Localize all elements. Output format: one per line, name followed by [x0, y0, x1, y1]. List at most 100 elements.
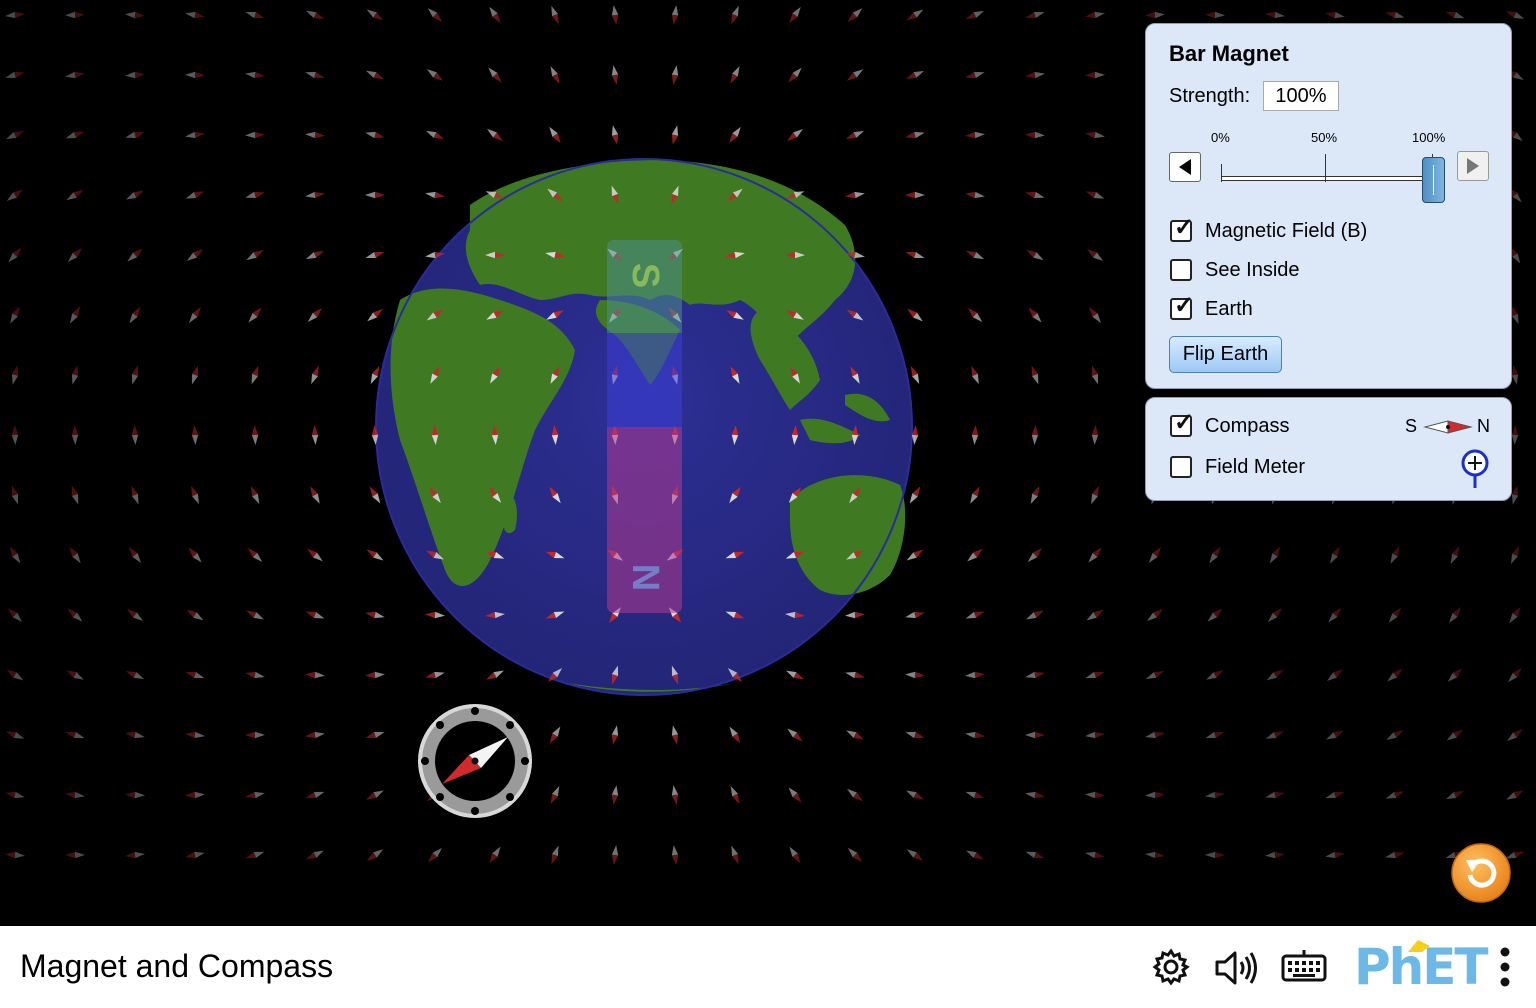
field-needle	[185, 791, 205, 799]
bar-magnet[interactable]: S N	[607, 240, 682, 613]
field-needle	[6, 669, 24, 681]
field-needle	[1511, 485, 1519, 505]
increment-strength-button[interactable]	[1457, 151, 1489, 181]
slider-tick-50	[1325, 154, 1326, 182]
field-needle	[185, 71, 205, 79]
field-needle	[251, 365, 259, 385]
field-needle	[1385, 11, 1405, 19]
magnetic-field-checkbox[interactable]: ✓	[1170, 216, 1194, 242]
field-needle	[611, 665, 619, 685]
field-needle	[1325, 11, 1345, 19]
field-needle	[485, 191, 505, 199]
field-needle	[1330, 546, 1340, 564]
field-needle	[1088, 547, 1102, 563]
field-needle	[550, 366, 560, 384]
field-needle	[906, 9, 924, 21]
field-needle	[1505, 11, 1525, 19]
field-needle	[426, 309, 444, 321]
field-needle	[1085, 191, 1105, 199]
field-needle	[905, 251, 925, 259]
field-needle	[131, 485, 139, 505]
see-inside-checkbox[interactable]	[1170, 259, 1192, 281]
phet-logo[interactable]: PhET	[1354, 938, 1489, 996]
field-needle	[125, 670, 145, 680]
panel-title: Bar Magnet	[1169, 41, 1289, 66]
field-needle	[845, 671, 865, 679]
field-needle	[611, 785, 619, 805]
field-needle	[431, 425, 439, 445]
field-needle	[186, 249, 204, 261]
field-needle	[125, 71, 145, 79]
field-needle	[905, 731, 925, 739]
settings-icon[interactable]	[1152, 948, 1190, 986]
field-needle	[425, 130, 445, 140]
field-needle	[1205, 731, 1225, 739]
field-needle	[1085, 71, 1105, 79]
field-needle	[847, 8, 863, 22]
field-needle	[1091, 485, 1099, 505]
field-needle	[785, 191, 805, 199]
field-needle	[965, 250, 985, 260]
field-needle	[1085, 851, 1105, 859]
field-needle	[11, 365, 19, 385]
field-needle	[847, 788, 863, 802]
field-needle	[1148, 547, 1162, 563]
field-needle	[127, 608, 143, 622]
field-needle	[671, 65, 679, 85]
strength-slider[interactable]	[1221, 154, 1445, 203]
field-needle	[1511, 425, 1519, 445]
field-needle	[547, 188, 563, 202]
field-needle	[730, 785, 740, 805]
field-needle	[1091, 425, 1099, 445]
reset-all-button[interactable]	[1450, 842, 1512, 904]
field-needle	[1205, 11, 1225, 19]
decrement-strength-button[interactable]	[1169, 152, 1201, 182]
earth-label: Earth	[1205, 298, 1253, 320]
slider-tick-0	[1221, 164, 1222, 182]
field-needle	[1325, 791, 1345, 799]
sound-icon[interactable]	[1213, 948, 1259, 988]
menu-icon[interactable]	[1497, 946, 1513, 988]
compass-checkbox[interactable]: ✓	[1170, 411, 1194, 437]
compass[interactable]	[414, 700, 536, 822]
field-needle	[490, 366, 500, 384]
field-needle	[791, 425, 799, 445]
field-needle	[1446, 729, 1464, 741]
field-needle	[246, 610, 264, 620]
field-needle	[1386, 729, 1404, 741]
field-needle	[1026, 610, 1044, 620]
field-needle	[910, 365, 920, 385]
field-needle	[545, 611, 565, 619]
field-meter-checkbox[interactable]	[1170, 456, 1192, 478]
field-needle	[487, 128, 503, 142]
field-meter-icon[interactable]	[1459, 448, 1491, 490]
field-needle	[1207, 608, 1223, 622]
compass-needle-icon	[1423, 420, 1473, 434]
field-needle	[365, 611, 385, 619]
checkmark-icon: ✓	[1174, 214, 1195, 241]
field-needle	[788, 787, 802, 803]
field-needle	[965, 611, 985, 619]
earth-checkbox[interactable]: ✓	[1170, 294, 1194, 320]
field-needle	[549, 726, 561, 744]
field-needle	[65, 731, 85, 739]
field-needle	[307, 308, 323, 322]
field-needle	[131, 425, 139, 445]
field-needle	[248, 307, 262, 323]
field-needle	[1205, 851, 1225, 859]
field-needle	[65, 71, 85, 79]
keyboard-icon[interactable]	[1281, 950, 1327, 982]
field-needle	[967, 307, 983, 323]
field-needle	[125, 131, 145, 139]
slider-thumb[interactable]	[1422, 157, 1445, 203]
field-needle	[846, 730, 864, 740]
field-needle	[305, 731, 325, 739]
field-needle	[65, 131, 85, 139]
flip-earth-button[interactable]: Flip Earth	[1169, 336, 1282, 373]
field-needle	[365, 131, 385, 139]
field-needle	[5, 71, 25, 79]
field-needle	[966, 850, 984, 860]
field-needle	[1325, 851, 1345, 859]
field-needle	[365, 70, 385, 80]
field-needle	[488, 67, 502, 83]
